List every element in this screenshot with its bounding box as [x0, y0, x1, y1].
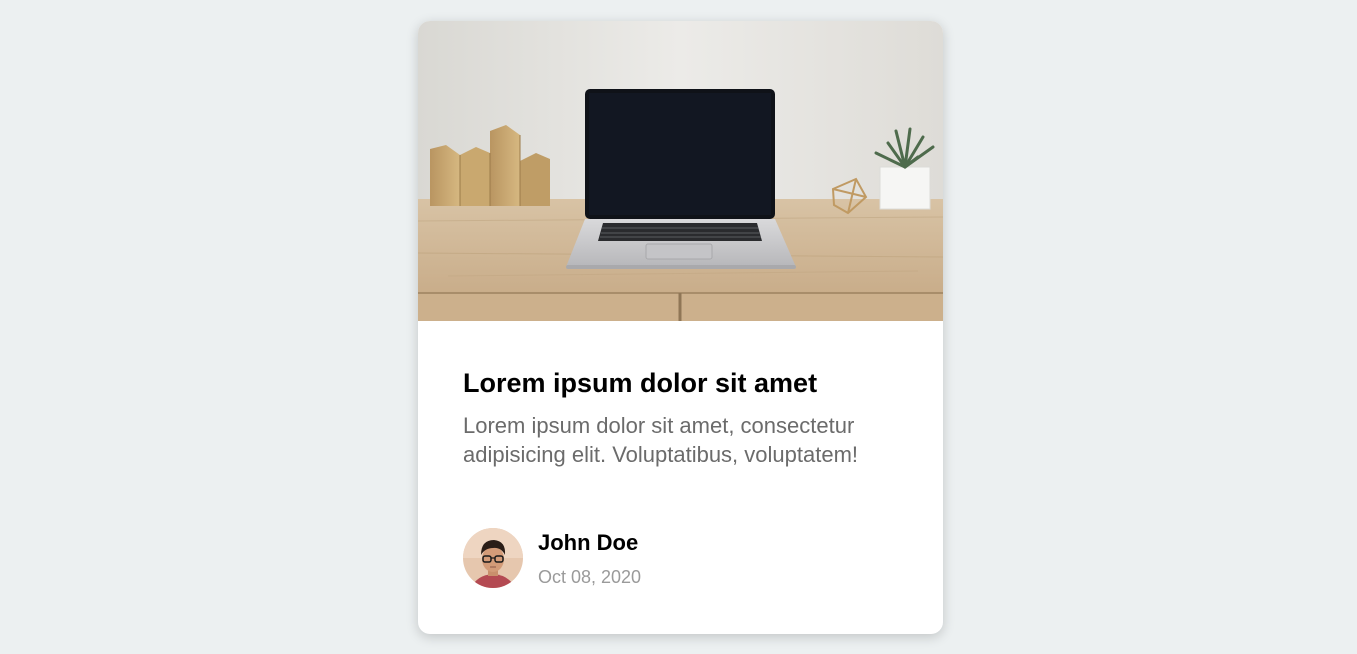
card-image: [418, 21, 943, 321]
avatar-photo: [463, 528, 523, 588]
author-info: John Doe Oct 08, 2020: [463, 528, 763, 590]
blog-card: Lorem ipsum dolor sit amet Lorem ipsum d…: [418, 21, 943, 634]
card-title: Lorem ipsum dolor sit amet: [463, 368, 818, 398]
avatar: [463, 528, 523, 588]
laptop-desk-photo: [418, 21, 943, 321]
post-date: Oct 08, 2020: [538, 567, 642, 587]
card-description: Lorem ipsum dolor sit amet, consectetur …: [463, 413, 859, 467]
author-name: John Doe: [538, 530, 639, 555]
